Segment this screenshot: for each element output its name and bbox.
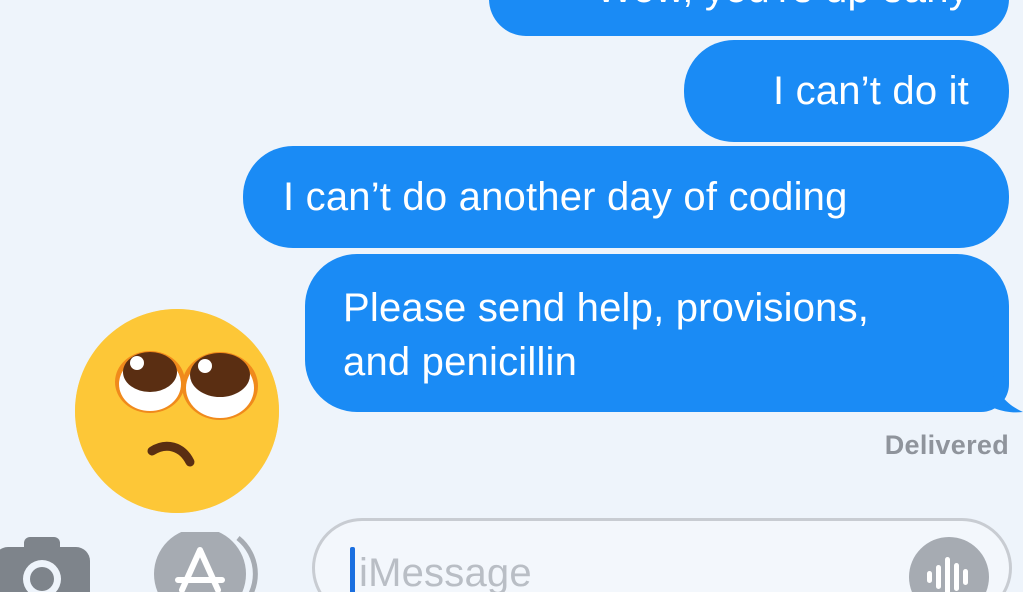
- message-input[interactable]: iMessage: [312, 518, 1012, 592]
- message-bubble-sent[interactable]: Wow, you're up early: [489, 0, 1009, 36]
- message-thread: Wow, you're up early I can’t do it I can…: [0, 0, 1023, 592]
- audio-waveform-icon: [927, 557, 968, 592]
- message-bubble-sent[interactable]: Please send help, provisions, and penici…: [305, 254, 1009, 412]
- app-store-icon[interactable]: [152, 532, 264, 592]
- message-input-placeholder: iMessage: [359, 551, 532, 592]
- message-bubble-sent[interactable]: I can’t do another day of coding: [243, 146, 1009, 248]
- camera-icon[interactable]: [0, 537, 90, 592]
- text-cursor: [350, 547, 355, 592]
- delivery-status: Delivered: [884, 430, 1009, 460]
- message-bubble-sent[interactable]: I can’t do it: [684, 40, 1009, 142]
- bubble-tail: [979, 368, 1023, 413]
- compose-toolbar: iMessage: [0, 510, 1023, 592]
- audio-message-button[interactable]: [909, 537, 989, 592]
- pleading-face-emoji-icon[interactable]: [74, 308, 280, 514]
